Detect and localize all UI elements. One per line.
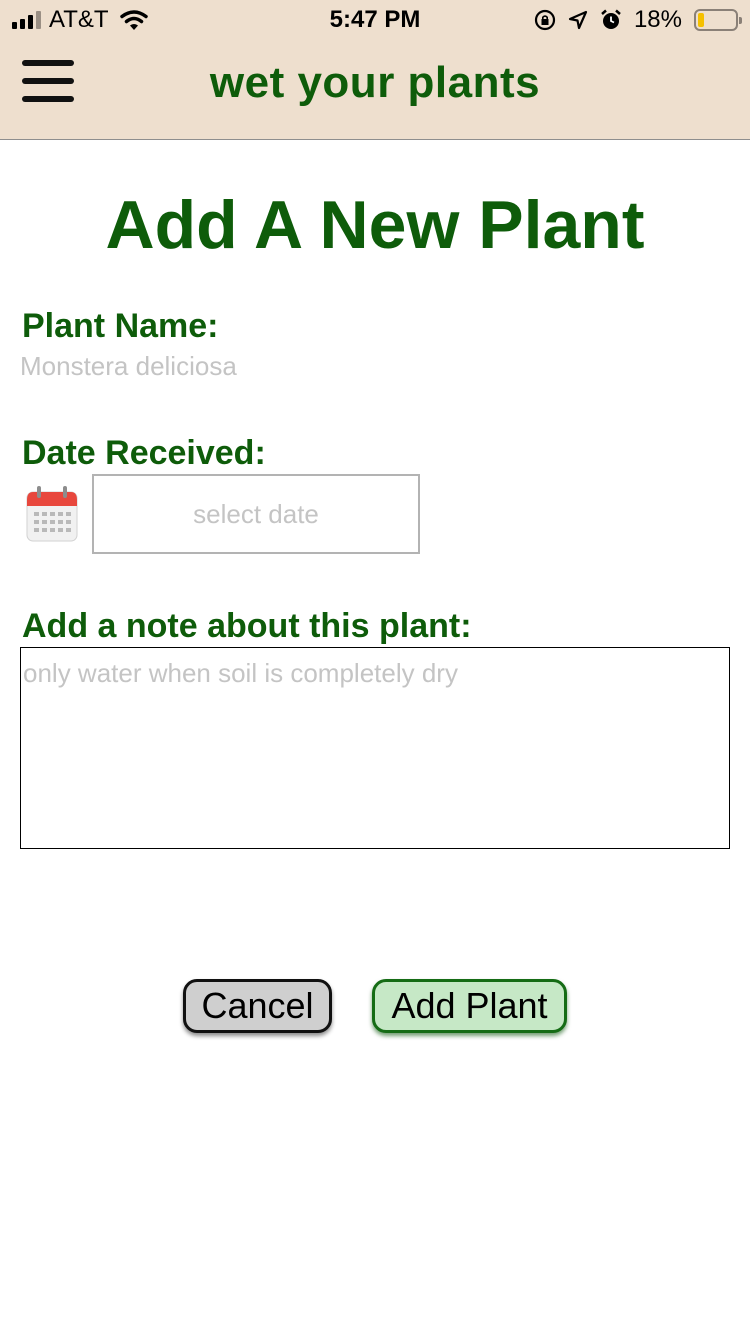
note-label: Add a note about this plant:: [22, 607, 472, 645]
date-received-input[interactable]: [92, 474, 420, 554]
alarm-icon: [601, 9, 621, 29]
rotation-lock-icon: [534, 9, 556, 31]
status-bar: AT&T 5:47 PM 18%: [0, 0, 750, 40]
app-title: wet your plants: [209, 58, 541, 107]
add-plant-button[interactable]: Add Plant: [372, 979, 567, 1033]
cancel-button[interactable]: Cancel: [183, 979, 332, 1033]
battery-icon: [694, 9, 742, 31]
location-arrow-icon: [568, 10, 588, 30]
status-right: 18%: [534, 6, 742, 34]
date-received-label: Date Received:: [22, 434, 266, 472]
plant-name-label: Plant Name:: [22, 307, 219, 345]
page-title: Add A New Plant: [105, 187, 645, 263]
battery-cap: [739, 17, 742, 24]
battery-percent: 18%: [633, 6, 682, 33]
app-header: wet your plants: [0, 40, 750, 140]
battery-fill: [698, 13, 704, 27]
calendar-icon[interactable]: [26, 486, 78, 542]
plant-note-textarea[interactable]: [20, 647, 730, 849]
plant-name-input[interactable]: [20, 346, 720, 386]
